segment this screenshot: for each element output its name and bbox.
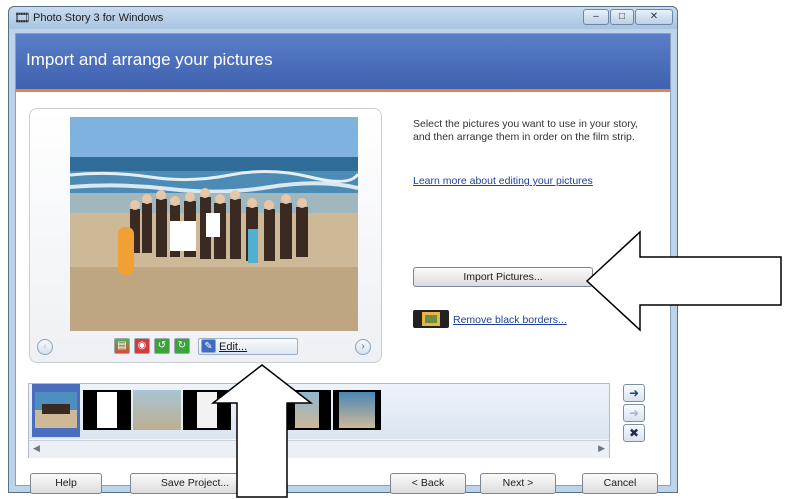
minimize-button[interactable]: – xyxy=(583,9,609,25)
photo-preview xyxy=(70,117,358,331)
next-picture-button[interactable]: › xyxy=(355,339,371,355)
wizard-page: Import and arrange your pictures ‹ › ▤ ◉… xyxy=(15,33,671,494)
cancel-button[interactable]: Cancel xyxy=(582,473,658,494)
scroll-left-icon[interactable]: ◀ xyxy=(33,443,40,454)
thumbnail-selected[interactable] xyxy=(32,384,80,437)
film-strip-scrollbar[interactable]: ◀ ▶ xyxy=(29,440,609,458)
help-button[interactable]: Help xyxy=(30,473,102,494)
rotate-right-icon[interactable]: ↻ xyxy=(174,338,190,354)
beach-photo-image xyxy=(70,117,358,331)
learn-more-link[interactable]: Learn more about editing your pictures xyxy=(413,175,593,187)
back-button[interactable]: < Back xyxy=(390,473,466,494)
film-strip-track xyxy=(29,384,609,439)
scroll-right-icon[interactable]: ▶ xyxy=(598,443,605,454)
title-bar: 🎞 Photo Story 3 for Windows – □ ✕ xyxy=(9,7,677,29)
photo-story-app-icon: 🎞 xyxy=(14,10,31,25)
window-title: Photo Story 3 for Windows xyxy=(33,12,164,24)
import-pictures-button[interactable]: Import Pictures... xyxy=(413,267,593,287)
app-window: 🎞 Photo Story 3 for Windows – □ ✕ Import… xyxy=(8,6,678,494)
instruction-text: Select the pictures you want to use in y… xyxy=(413,118,639,143)
thumbnail[interactable] xyxy=(133,390,181,430)
next-button[interactable]: Next > xyxy=(480,473,556,494)
rotate-left-icon[interactable]: ↺ xyxy=(154,338,170,354)
remove-borders-link[interactable]: Remove black borders... xyxy=(453,314,567,326)
move-right-button[interactable]: ➜ xyxy=(623,384,645,402)
edit-icon: ✎ xyxy=(201,339,216,353)
red-eye-icon[interactable]: ◉ xyxy=(134,338,150,354)
maximize-button[interactable]: □ xyxy=(610,9,634,25)
photo-preview-panel: ‹ › ▤ ◉ ↺ ↻ ✎ Edit... xyxy=(29,108,382,363)
remove-borders-icon[interactable] xyxy=(413,310,449,328)
auto-correct-icon[interactable]: ▤ xyxy=(114,338,130,354)
annotation-arrow-right-icon xyxy=(585,230,782,332)
page-title: Import and arrange your pictures xyxy=(26,50,273,69)
thumbnail[interactable] xyxy=(333,390,381,430)
film-strip: ◀ ▶ xyxy=(28,383,610,458)
thumbnail[interactable] xyxy=(83,390,131,430)
page-header: Import and arrange your pictures xyxy=(16,34,670,92)
move-left-button[interactable]: ➜ xyxy=(623,404,645,422)
previous-picture-button[interactable]: ‹ xyxy=(37,339,53,355)
annotation-arrow-up-icon xyxy=(210,364,314,498)
photo-toolbar: ▤ ◉ ↺ ↻ ✎ Edit... xyxy=(114,337,306,356)
edit-label: Edit... xyxy=(219,341,248,353)
delete-picture-button[interactable]: ✖ xyxy=(623,424,645,442)
edit-button[interactable]: ✎ Edit... xyxy=(198,338,298,355)
close-button[interactable]: ✕ xyxy=(635,9,673,25)
